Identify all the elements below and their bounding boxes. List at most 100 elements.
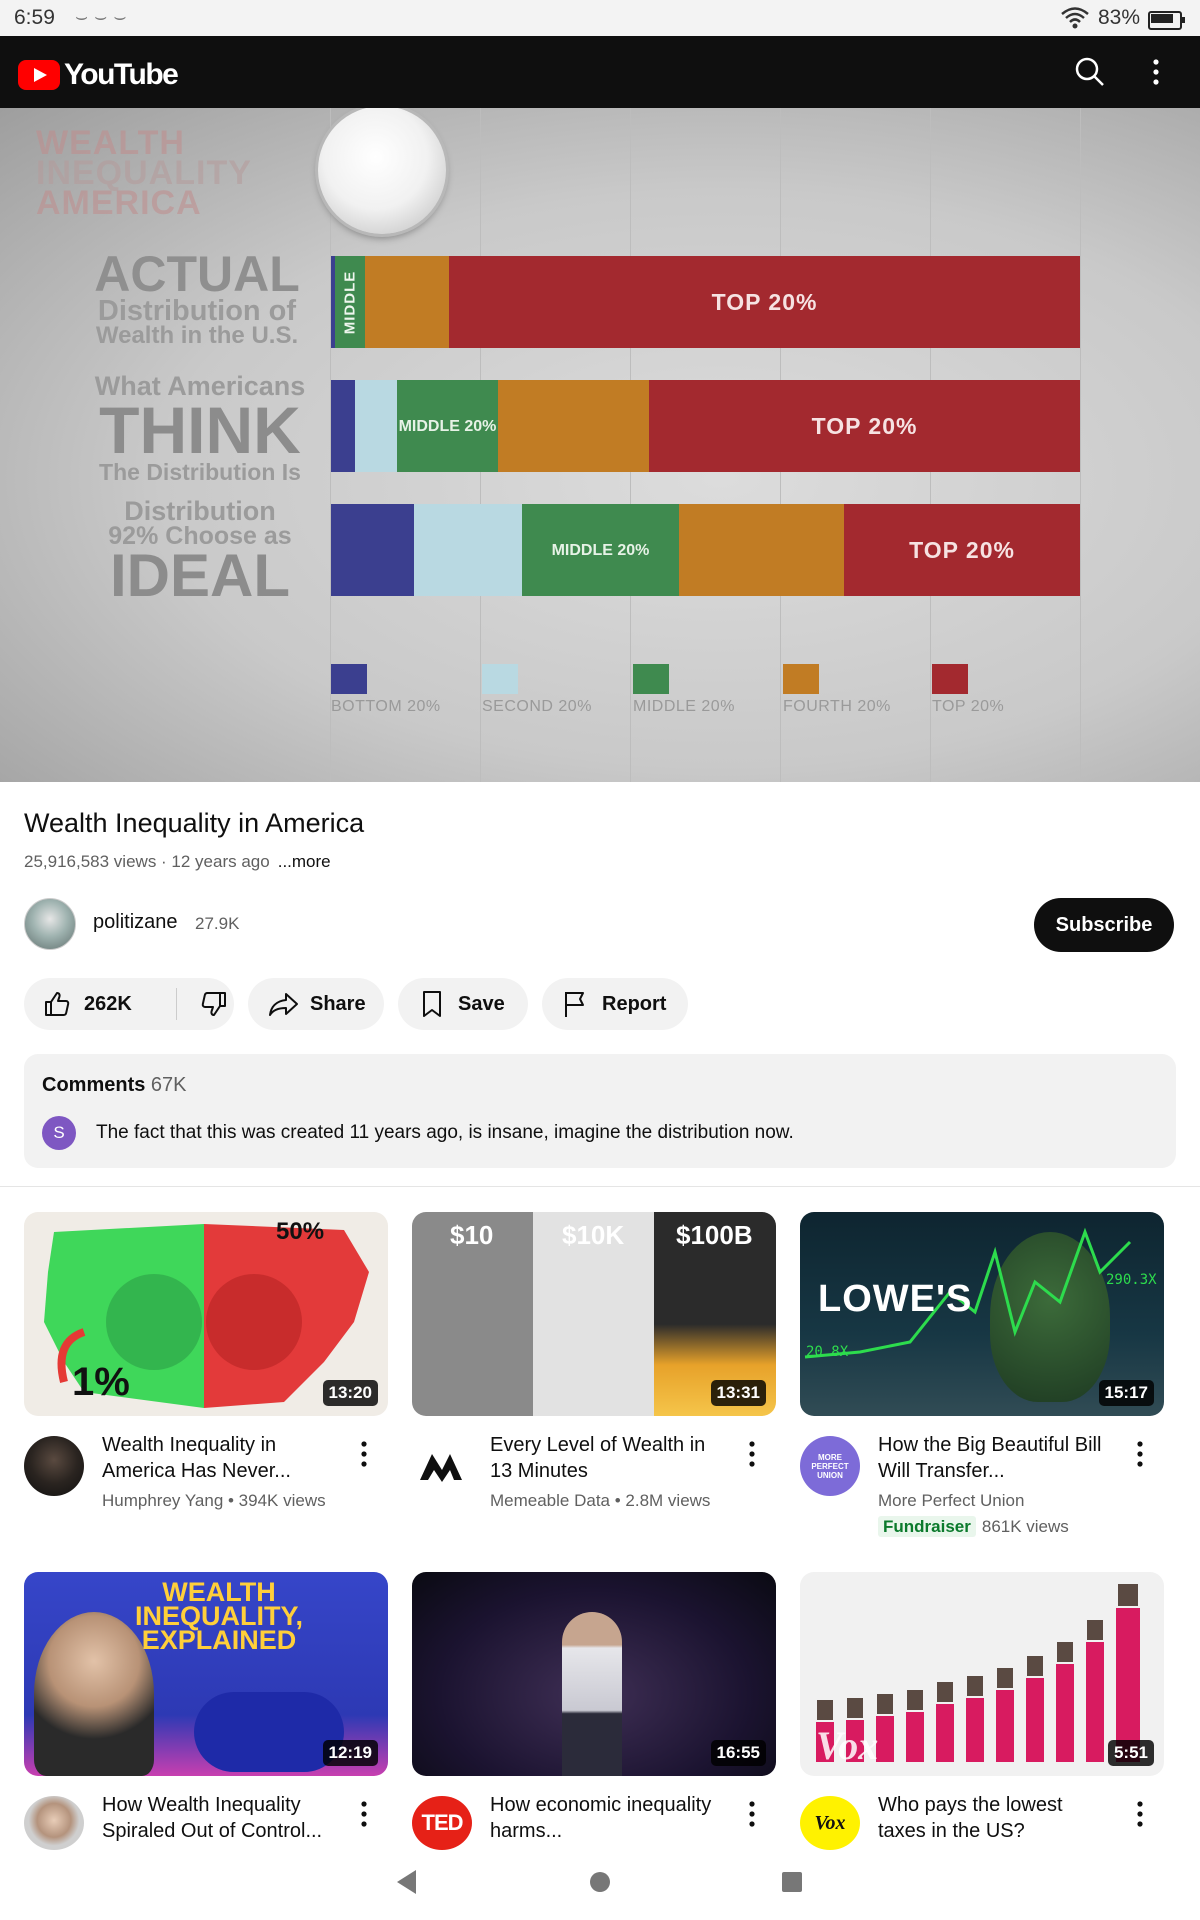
subscribe-button[interactable]: Subscribe — [1034, 898, 1174, 952]
comments-teaser[interactable]: Comments 67K S The fact that this was cr… — [24, 1054, 1176, 1168]
share-button[interactable]: Share — [248, 978, 384, 1030]
legend-top: TOP 20% — [932, 664, 1004, 716]
video-title[interactable]: Wealth Inequality in America Has Never..… — [102, 1432, 332, 1484]
save-button[interactable]: Save — [398, 978, 528, 1030]
status-bar: 6:59 ⌣⌣⌣ 83% — [0, 0, 1200, 36]
more-description-link[interactable]: ...more — [278, 852, 331, 871]
video-thumbnail[interactable]: $10 $10K $100B 13:31 — [412, 1212, 776, 1416]
magnifier-graphic — [318, 108, 446, 234]
video-title[interactable]: How the Big Beautiful Bill Will Transfer… — [878, 1432, 1108, 1484]
battery-percent: 83% — [1098, 6, 1141, 29]
battery-icon — [1148, 11, 1185, 30]
video-duration: 13:31 — [710, 1380, 766, 1406]
recommended-video[interactable]: LOWE'S 290.3X 20.8X 15:17 MORE PERFECT U… — [800, 1212, 1164, 1542]
report-button[interactable]: Report — [542, 978, 688, 1030]
video-duration: 12:19 — [322, 1740, 378, 1766]
video-title[interactable]: Every Level of Wealth in 13 Minutes — [490, 1432, 720, 1484]
recommended-video[interactable]: WEALTH INEQUALITY, EXPLAINED 12:19 How W… — [24, 1572, 388, 1850]
video-title[interactable]: How Wealth Inequality Spiraled Out of Co… — [102, 1792, 332, 1844]
video-title[interactable]: Who pays the lowest taxes in the US? — [878, 1792, 1108, 1844]
search-icon[interactable] — [1074, 56, 1106, 93]
video-thumbnail[interactable]: WEALTH INEQUALITY, EXPLAINED 12:19 — [24, 1572, 388, 1776]
more-options-icon[interactable] — [1130, 1794, 1150, 1834]
system-nav-bar — [0, 1850, 1200, 1920]
thumbs-up-icon — [42, 989, 72, 1019]
video-duration: 15:17 — [1098, 1380, 1154, 1406]
more-options-icon[interactable] — [742, 1794, 762, 1834]
row-label-ideal: Distribution 92% Choose as IDEAL — [108, 496, 292, 609]
fundraiser-badge: Fundraiser — [878, 1516, 976, 1537]
channel-avatar[interactable] — [24, 1436, 84, 1496]
app-bar: YouTube — [0, 36, 1200, 108]
flag-icon — [562, 989, 590, 1019]
legend-middle: MIDDLE 20% — [633, 664, 735, 716]
video-views-age: 25,916,583 views · 12 years ago — [24, 852, 270, 871]
thumbnail-text-10k: $10K — [562, 1220, 625, 1250]
video-meta: More Perfect Union Fundraiser 861K views — [878, 1490, 1108, 1538]
like-dislike-pill: 262K — [24, 978, 234, 1030]
vox-watermark: Vox — [816, 1723, 879, 1768]
bar-actual: MIDDLE TOP 20% — [331, 256, 1080, 348]
video-duration: 13:20 — [322, 1380, 378, 1406]
bar-think: MIDDLE 20% TOP 20% — [331, 380, 1080, 472]
thumbs-down-icon — [199, 989, 229, 1019]
channel-avatar[interactable]: Vox — [800, 1796, 860, 1850]
video-thumbnail[interactable]: Vox 5:51 — [800, 1572, 1164, 1776]
video-player[interactable]: WEALTH INEQUALITY AMERICA ACTUAL Distrib… — [0, 108, 1200, 782]
commenter-avatar: S — [42, 1116, 76, 1150]
thumbnail-text-50: 50% — [276, 1218, 325, 1245]
comments-count: 67K — [150, 1074, 187, 1096]
more-options-icon[interactable] — [354, 1434, 374, 1474]
video-thumbnail[interactable]: 50% 1% 13:20 — [24, 1212, 388, 1416]
dislike-button[interactable] — [177, 989, 229, 1019]
channel-avatar[interactable]: MORE PERFECT UNION — [800, 1436, 860, 1496]
video-title[interactable]: Wealth Inequality in America — [24, 808, 364, 839]
back-icon[interactable] — [394, 1868, 418, 1901]
bookmark-icon — [420, 989, 444, 1019]
recommended-video[interactable]: Vox 5:51 Vox Who pays the lowest taxes i… — [800, 1572, 1164, 1850]
like-button[interactable]: 262K — [24, 989, 176, 1019]
channel-avatar[interactable] — [412, 1436, 472, 1496]
channel-avatar[interactable] — [24, 898, 76, 950]
thumbnail-text-1: 1% — [72, 1360, 130, 1404]
share-label: Share — [310, 992, 366, 1015]
recommended-video[interactable]: $10 $10K $100B 13:31 Every Level of Weal… — [412, 1212, 776, 1542]
youtube-wordmark: YouTube — [64, 58, 179, 91]
more-options-icon[interactable] — [742, 1434, 762, 1474]
thumbnail-text-wealth: WEALTH INEQUALITY, EXPLAINED — [134, 1577, 303, 1655]
share-icon — [268, 990, 300, 1018]
video-meta: Humphrey Yang • 394K views — [102, 1491, 326, 1510]
video-meta[interactable]: 25,916,583 views · 12 years ago ...more — [24, 852, 331, 872]
youtube-play-icon — [18, 60, 60, 90]
wifi-icon — [1060, 6, 1090, 35]
more-options-icon[interactable] — [354, 1794, 374, 1834]
status-time: 6:59 — [14, 6, 55, 29]
more-options-icon[interactable] — [1150, 56, 1162, 93]
recommended-video[interactable]: 16:55 TED How economic inequality harms.… — [412, 1572, 776, 1850]
row-label-think: What Americans THINK The Distribution Is — [94, 371, 306, 485]
video-thumbnail[interactable]: 16:55 — [412, 1572, 776, 1776]
channel-subscriber-count: 27.9K — [195, 914, 240, 933]
row-label-actual: ACTUAL Distribution of Wealth in the U.S… — [94, 246, 300, 349]
thumbnail-text-290: 290.3X — [1106, 1272, 1157, 1288]
video-thumbnail[interactable]: LOWE'S 290.3X 20.8X 15:17 — [800, 1212, 1164, 1416]
top-comment-text: The fact that this was created 11 years … — [96, 1122, 794, 1143]
recommended-video[interactable]: 50% 1% 13:20 Wealth Inequality in Americ… — [24, 1212, 388, 1542]
recents-icon[interactable] — [780, 1870, 804, 1899]
video-title[interactable]: How economic inequality harms... — [490, 1792, 720, 1844]
view-count: 861K views — [981, 1517, 1069, 1536]
video-meta: Memeable Data • 2.8M views — [490, 1491, 711, 1510]
channel-name[interactable]: politizane — [93, 911, 178, 934]
channel-avatar[interactable]: TED — [412, 1796, 472, 1850]
like-count: 262K — [84, 992, 132, 1015]
home-icon[interactable] — [588, 1870, 612, 1899]
channel-avatar[interactable] — [24, 1796, 84, 1850]
bar-ideal: MIDDLE 20% TOP 20% — [331, 504, 1080, 596]
more-options-icon[interactable] — [1130, 1434, 1150, 1474]
video-watermark: WEALTH INEQUALITY AMERICA — [36, 124, 252, 222]
legend-fourth: FOURTH 20% — [783, 664, 891, 716]
youtube-logo[interactable]: YouTube — [18, 58, 179, 92]
legend-bottom: BOTTOM 20% — [331, 664, 441, 716]
notification-icons: ⌣⌣⌣ — [75, 6, 133, 28]
legend-second: SECOND 20% — [482, 664, 592, 716]
